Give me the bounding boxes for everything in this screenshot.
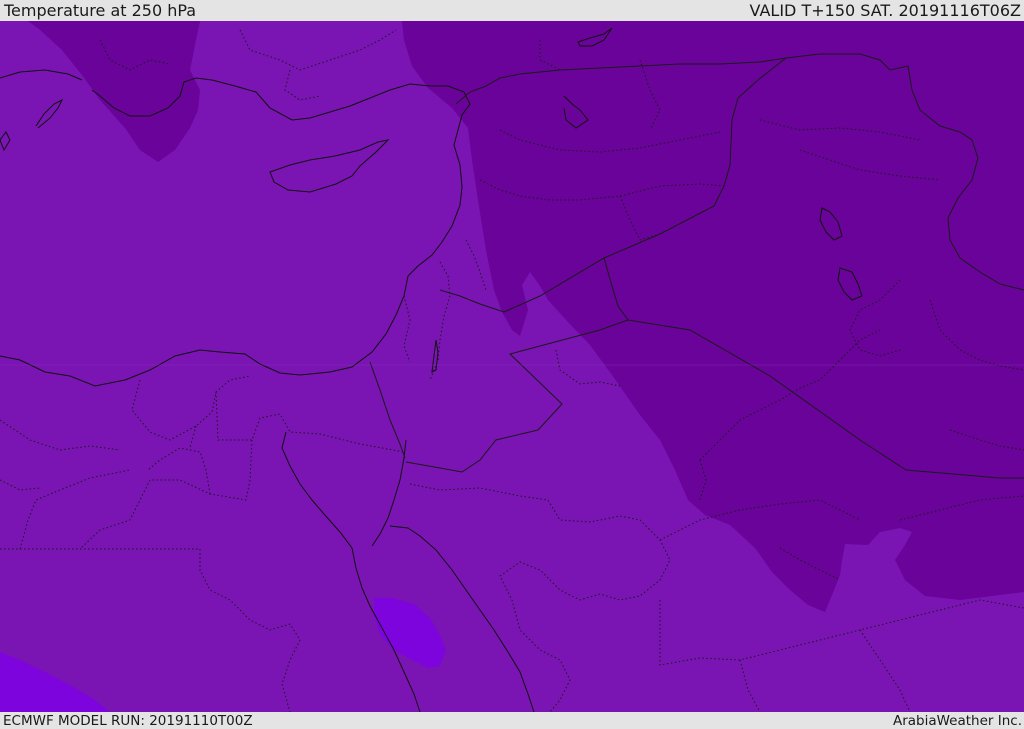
map-title: Temperature at 250 hPa [4, 1, 197, 20]
footer-bar: ECMWF MODEL RUN: 20191110T00Z ArabiaWeat… [0, 712, 1024, 729]
map-svg[interactable] [0, 21, 1024, 712]
valid-time-label: VALID T+150 SAT. 20191116T06Z [749, 1, 1021, 20]
credit-label: ArabiaWeather Inc. [892, 712, 1022, 729]
header-bar: Temperature at 250 hPa VALID T+150 SAT. … [0, 0, 1024, 21]
model-run-label: ECMWF MODEL RUN: 20191110T00Z [3, 712, 253, 729]
weather-map[interactable] [0, 21, 1024, 712]
